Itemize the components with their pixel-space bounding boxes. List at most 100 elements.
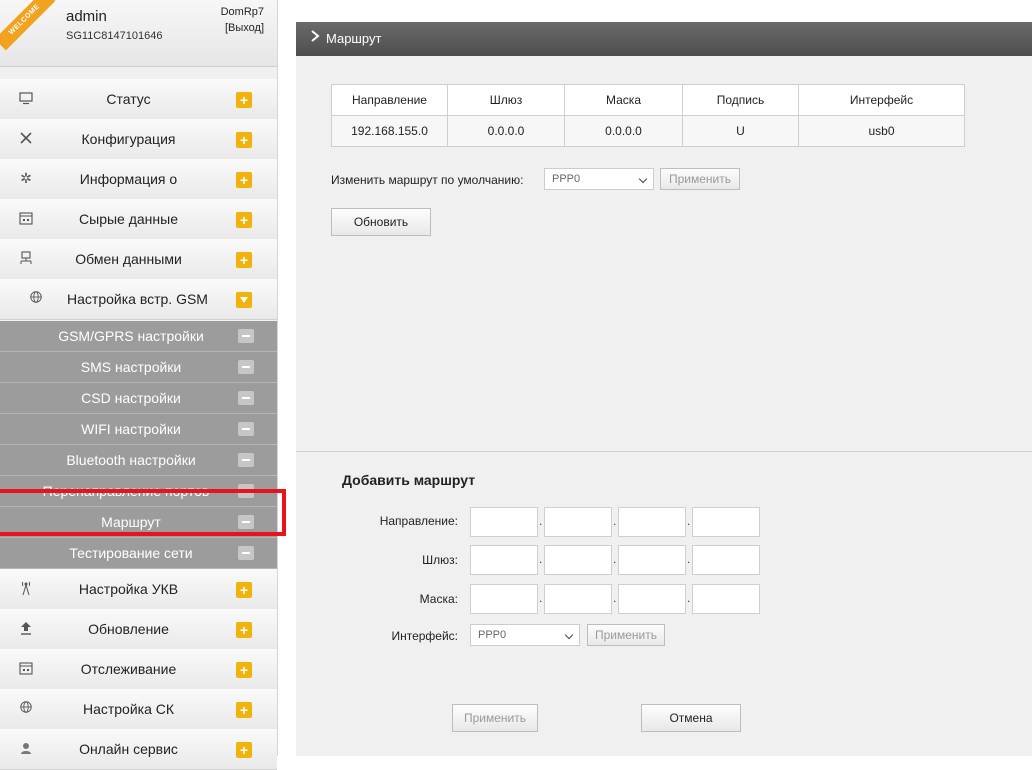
- calendar-icon: [18, 210, 34, 226]
- submenu-item-gsm-gprs[interactable]: GSM/GPRS настройки: [0, 321, 277, 352]
- default-route-apply-button[interactable]: Применить: [660, 168, 740, 190]
- page-header: Маршрут: [296, 22, 1032, 56]
- user-panel: WELCOME admin SG11C8147101646 DomRp7 [Вы…: [0, 0, 277, 67]
- sidebar-item-info[interactable]: ✲ Информация о +: [0, 159, 277, 200]
- sidebar: WELCOME admin SG11C8147101646 DomRp7 [Вы…: [0, 0, 286, 770]
- chevron-down-icon: [564, 630, 574, 640]
- sidebar-item-tracking[interactable]: Отслеживание +: [0, 649, 277, 690]
- destination-octet-4[interactable]: [692, 507, 760, 537]
- chevron-right-icon: [310, 29, 320, 49]
- tools-icon: [18, 130, 34, 146]
- sidebar-item-label: Сырые данные: [79, 211, 178, 227]
- ip-dot: .: [539, 552, 543, 566]
- ip-dot: .: [687, 514, 691, 528]
- submit-button[interactable]: Применить: [452, 704, 538, 732]
- table-cell: U: [682, 115, 799, 147]
- collapse-arrow-icon[interactable]: [236, 292, 252, 308]
- expand-plus-icon[interactable]: +: [236, 172, 252, 188]
- ip-dot: .: [539, 514, 543, 528]
- logout-link[interactable]: [Выход]: [194, 22, 264, 34]
- minus-icon: [238, 453, 254, 467]
- divider: [296, 451, 1032, 452]
- sidebar-item-update[interactable]: Обновление +: [0, 609, 277, 650]
- expand-plus-icon[interactable]: +: [236, 582, 252, 598]
- mask-octet-4[interactable]: [692, 584, 760, 614]
- sidebar-item-raw-data[interactable]: Сырые данные +: [0, 199, 277, 240]
- sidebar-item-config[interactable]: Конфигурация +: [0, 119, 277, 160]
- table-cell: 0.0.0.0: [447, 115, 565, 147]
- sidebar-item-label: Конфигурация: [81, 131, 176, 147]
- globe-icon: [28, 290, 44, 306]
- service-icon: [18, 740, 34, 756]
- sidebar-item-sk-settings[interactable]: Настройка СК +: [0, 689, 277, 730]
- default-route-select[interactable]: PPP0: [544, 168, 654, 190]
- submenu-item-port-forwarding[interactable]: Перенаправление портов: [0, 476, 277, 507]
- gateway-octet-2[interactable]: [544, 545, 612, 575]
- submenu-item-csd[interactable]: CSD настройки: [0, 383, 277, 414]
- minus-icon: [238, 484, 254, 498]
- submenu-item-wifi[interactable]: WIFI настройки: [0, 414, 277, 445]
- sidebar-item-label: Настройка УКВ: [78, 581, 179, 597]
- calendar-icon: [18, 660, 34, 676]
- sidebar-item-label: Онлайн сервис: [79, 741, 178, 757]
- upload-icon: [18, 620, 34, 636]
- default-route-label: Изменить маршрут по умолчанию:: [331, 173, 524, 187]
- column-header: Подпись: [682, 84, 799, 116]
- refresh-button[interactable]: Обновить: [331, 208, 431, 236]
- gateway-label: Шлюз:: [422, 553, 458, 567]
- interface-apply-button[interactable]: Применить: [587, 624, 665, 646]
- submenu-label: CSD настройки: [81, 390, 181, 406]
- cancel-button[interactable]: Отмена: [641, 704, 741, 732]
- submenu-label: Перенаправление портов: [42, 483, 210, 499]
- mask-octet-1[interactable]: [470, 584, 538, 614]
- sidebar-item-label: Настройка встр. GSM: [67, 291, 208, 307]
- expand-plus-icon[interactable]: +: [236, 252, 252, 268]
- ip-dot: .: [687, 552, 691, 566]
- mask-octet-2[interactable]: [544, 584, 612, 614]
- sidebar-item-label: Отслеживание: [80, 661, 177, 677]
- submenu-label: Тестирование сети: [69, 545, 193, 561]
- expand-plus-icon[interactable]: +: [236, 662, 252, 678]
- ip-dot: .: [539, 591, 543, 605]
- submenu-label: Маршрут: [101, 514, 161, 530]
- table-cell: 0.0.0.0: [564, 115, 683, 147]
- gateway-octet-4[interactable]: [692, 545, 760, 575]
- column-header: Интерфейс: [798, 84, 965, 116]
- sidebar-item-status[interactable]: Статус +: [0, 79, 277, 120]
- ip-dot: .: [687, 591, 691, 605]
- sidebar-item-vhf[interactable]: Настройка УКВ +: [0, 569, 277, 610]
- destination-octet-1[interactable]: [470, 507, 538, 537]
- add-route-title: Добавить маршрут: [342, 472, 476, 488]
- table-cell: 192.168.155.0: [331, 115, 448, 147]
- gateway-octet-1[interactable]: [470, 545, 538, 575]
- gateway-octet-3[interactable]: [618, 545, 686, 575]
- submenu-item-sms[interactable]: SMS настройки: [0, 352, 277, 383]
- monitor-icon: [18, 90, 34, 106]
- antenna-icon: [18, 580, 34, 596]
- expand-plus-icon[interactable]: +: [236, 622, 252, 638]
- info-star-icon: ✲: [20, 170, 32, 186]
- select-value: PPP0: [478, 629, 507, 641]
- table-row: 192.168.155.0 0.0.0.0 0.0.0.0 U usb0: [331, 115, 965, 147]
- table-header-row: Направление Шлюз Маска Подпись Интерфейс: [331, 84, 965, 116]
- destination-octet-2[interactable]: [544, 507, 612, 537]
- sidebar-item-label: Обмен данными: [75, 251, 182, 267]
- submenu-label: WIFI настройки: [81, 421, 181, 437]
- sidebar-item-online-service[interactable]: Онлайн сервис +: [0, 729, 277, 770]
- minus-icon: [238, 360, 254, 374]
- expand-plus-icon[interactable]: +: [236, 702, 252, 718]
- submenu-item-route[interactable]: Маршрут: [0, 507, 277, 538]
- sidebar-item-gsm-settings[interactable]: Настройка встр. GSM: [0, 279, 277, 320]
- sidebar-item-data-exchange[interactable]: Обмен данными +: [0, 239, 277, 280]
- mask-octet-3[interactable]: [618, 584, 686, 614]
- ip-dot: .: [613, 552, 617, 566]
- interface-select[interactable]: PPP0: [470, 624, 580, 646]
- expand-plus-icon[interactable]: +: [236, 212, 252, 228]
- submenu-item-bluetooth[interactable]: Bluetooth настройки: [0, 445, 277, 476]
- expand-plus-icon[interactable]: +: [236, 92, 252, 108]
- destination-octet-3[interactable]: [618, 507, 686, 537]
- chevron-down-icon: [638, 174, 648, 184]
- expand-plus-icon[interactable]: +: [236, 132, 252, 148]
- routes-table: Направление Шлюз Маска Подпись Интерфейс…: [331, 84, 965, 147]
- submenu-item-network-test[interactable]: Тестирование сети: [0, 538, 277, 569]
